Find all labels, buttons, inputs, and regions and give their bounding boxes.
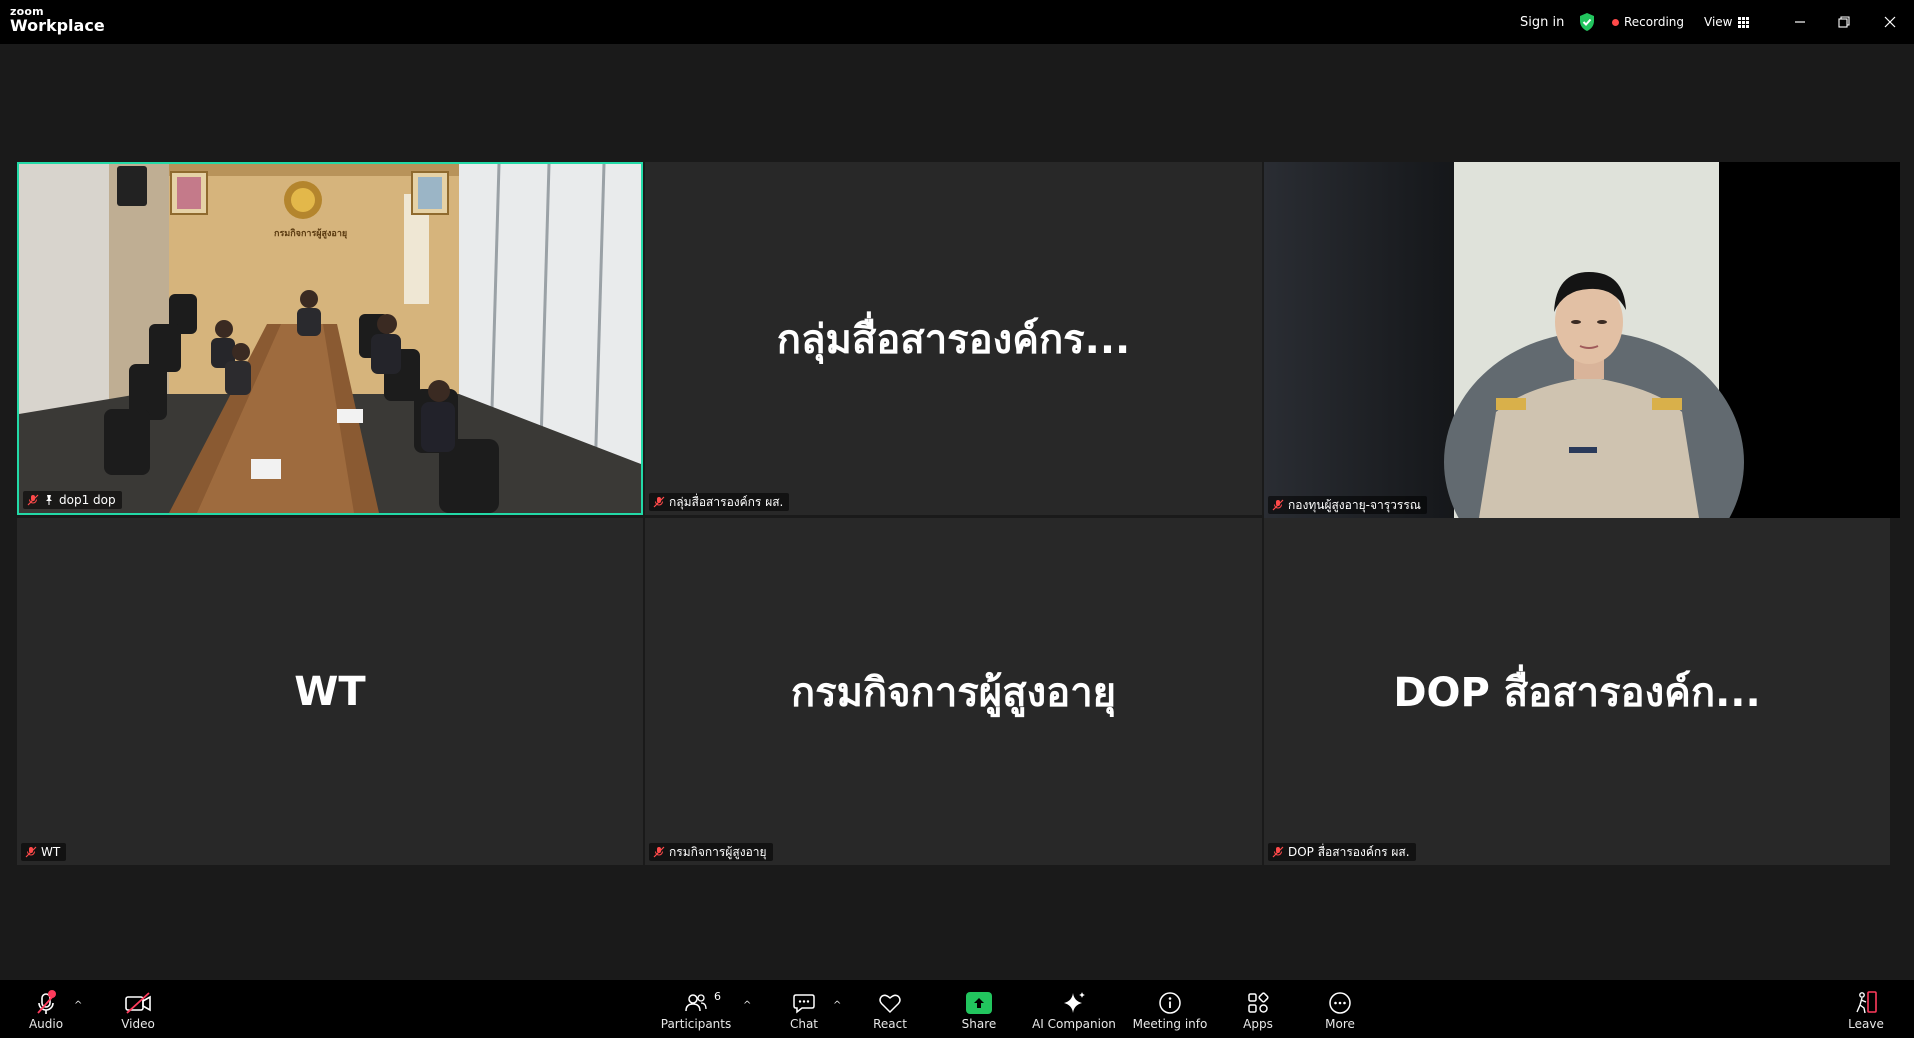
video-tile-elderly-fund[interactable]: กองทุนผู้สูงอายุ-จารุวรรณ [1264, 162, 1900, 518]
title-bar: zoom Workplace Sign in Recording View [0, 0, 1914, 44]
chat-button[interactable]: Chat [780, 980, 828, 1038]
minimize-button[interactable] [1780, 0, 1820, 44]
audio-options-caret-icon[interactable]: ^ [74, 1000, 82, 1011]
audio-button[interactable]: Audio [22, 980, 70, 1038]
video-tile-dept-elderly[interactable]: กรมกิจการผู้สูงอายุ กรมกิจการผู้สูงอายุ [645, 518, 1262, 865]
restore-icon [1838, 16, 1850, 28]
share-screen-icon [966, 992, 992, 1014]
mic-muted-icon [27, 494, 39, 506]
chat-icon [792, 990, 816, 1016]
room-sign-text: กรมกิจการผู้สูงอายุ [274, 229, 348, 239]
grid-icon [1738, 16, 1750, 28]
conference-room-video [19, 164, 641, 513]
participant-name: DOP สื่อสารองค์กร ผส. [1288, 844, 1410, 859]
meeting-info-button[interactable]: Meeting info [1132, 980, 1208, 1038]
participants-options-caret-icon[interactable]: ^ [743, 1000, 751, 1011]
participants-button[interactable]: 6 Participants [660, 980, 732, 1038]
share-button[interactable]: Share [955, 980, 1003, 1038]
participant-name: กลุ่มสื่อสารองค์กร ผส. [669, 494, 784, 509]
video-off-icon [124, 990, 152, 1016]
participant-name: กองทุนผู้สูงอายุ-จารุวรรณ [1288, 497, 1421, 512]
tile-nameplate: กลุ่มสื่อสารองค์กร ผส. [649, 493, 790, 511]
pin-icon [46, 495, 52, 505]
apps-icon [1246, 990, 1270, 1016]
chat-options-caret-icon[interactable]: ^ [833, 1000, 841, 1011]
zoom-logo: zoom Workplace [10, 6, 105, 34]
recording-indicator[interactable]: Recording [1612, 0, 1684, 44]
share-label: Share [961, 1017, 997, 1031]
brand-large: Workplace [10, 16, 105, 35]
participant-display-name: DOP สื่อสารองค์ก... [1393, 669, 1761, 716]
video-tile-dop-comm[interactable]: DOP สื่อสารองค์ก... DOP สื่อสารองค์กร ผส… [1264, 518, 1890, 865]
microphone-icon [34, 990, 58, 1016]
close-icon [1884, 16, 1896, 28]
view-label: View [1704, 15, 1733, 29]
tile-nameplate: กองทุนผู้สูงอายุ-จารุวรรณ [1268, 496, 1427, 514]
shield-icon[interactable] [1578, 0, 1596, 44]
leave-button[interactable]: Leave [1842, 980, 1890, 1038]
participants-label: Participants [660, 1017, 732, 1031]
heart-icon [878, 990, 902, 1016]
participant-display-name: กลุ่มสื่อสารองค์กร... [776, 316, 1131, 363]
mic-muted-icon [653, 846, 665, 858]
info-icon [1158, 990, 1182, 1016]
minimize-icon [1795, 21, 1805, 23]
mic-muted-icon [1272, 499, 1284, 511]
participant-video [1264, 162, 1900, 518]
participant-display-name: กรมกิจการผู้สูงอายุ [790, 669, 1117, 716]
react-label: React [873, 1017, 907, 1031]
sign-in-button[interactable]: Sign in [1520, 0, 1564, 44]
video-label: Video [121, 1017, 155, 1031]
more-button[interactable]: More [1316, 980, 1364, 1038]
video-tile-dop1[interactable]: กรมกิจการผู้สูงอายุ dop1 dop [17, 162, 643, 515]
tile-nameplate: DOP สื่อสารองค์กร ผส. [1268, 843, 1416, 861]
tile-nameplate: dop1 dop [23, 491, 122, 509]
tile-nameplate: WT [21, 843, 67, 861]
more-label: More [1325, 1017, 1355, 1031]
close-button[interactable] [1870, 0, 1910, 44]
leave-door-icon [1853, 990, 1879, 1016]
view-button[interactable]: View [1704, 0, 1750, 44]
participant-name: WT [41, 845, 61, 859]
meeting-info-label: Meeting info [1132, 1017, 1208, 1031]
meeting-toolbar: Audio ^ Video 6 Participants ^ Chat ^ Re… [0, 980, 1914, 1038]
participant-name: dop1 dop [59, 493, 116, 507]
apps-button[interactable]: Apps [1234, 980, 1282, 1038]
participants-icon: 6 [684, 990, 721, 1016]
mic-muted-icon [25, 846, 37, 858]
tile-nameplate: กรมกิจการผู้สูงอายุ [649, 843, 773, 861]
participant-name: กรมกิจการผู้สูงอายุ [669, 844, 767, 859]
video-tile-corp-comm[interactable]: กลุ่มสื่อสารองค์กร... กลุ่มสื่อสารองค์กร… [645, 162, 1262, 515]
ai-companion-button[interactable]: AI Companion [1032, 980, 1116, 1038]
chat-label: Chat [789, 1017, 819, 1031]
sparkle-icon [1061, 990, 1087, 1016]
react-button[interactable]: React [866, 980, 914, 1038]
more-icon [1328, 990, 1352, 1016]
mic-muted-icon [653, 496, 665, 508]
video-button[interactable]: Video [114, 980, 162, 1038]
audio-label: Audio [28, 1017, 64, 1031]
restore-button[interactable] [1824, 0, 1864, 44]
sign-in-label: Sign in [1520, 14, 1565, 30]
leave-label: Leave [1848, 1017, 1884, 1031]
participants-count: 6 [714, 990, 721, 1003]
mic-muted-icon [1272, 846, 1284, 858]
video-tile-wt[interactable]: WT WT [17, 518, 643, 865]
apps-label: Apps [1243, 1017, 1273, 1031]
recording-dot-icon [1612, 18, 1619, 26]
participant-display-name: WT [294, 668, 366, 715]
ai-companion-label: AI Companion [1032, 1017, 1116, 1031]
recording-label: Recording [1624, 15, 1685, 29]
